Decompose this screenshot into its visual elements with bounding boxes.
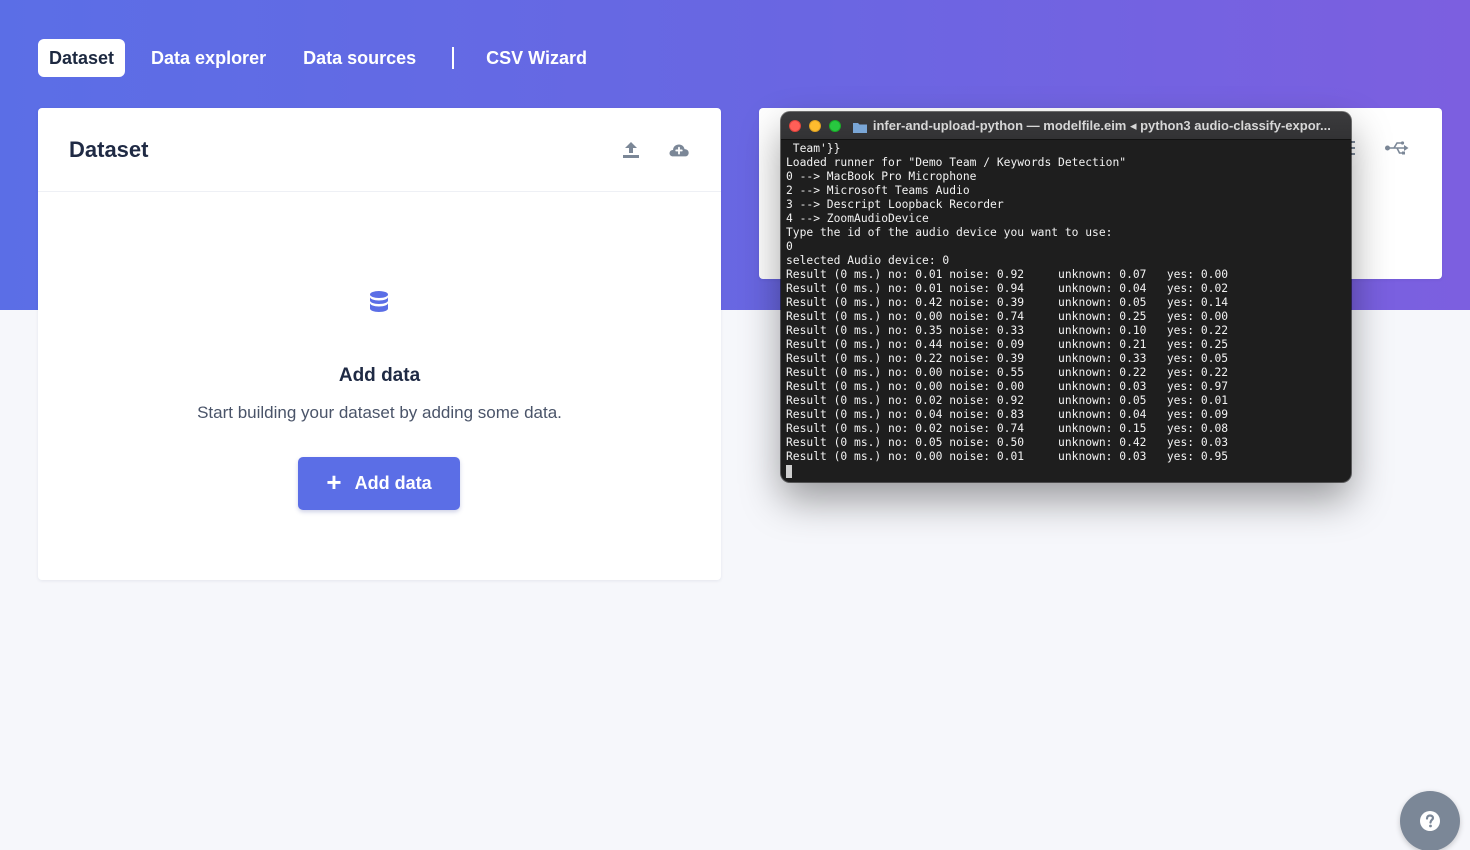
terminal-line: Result (0 ms.) no: 0.05 noise: 0.50 unkn… xyxy=(786,436,1229,449)
tab-csv-wizard[interactable]: CSV Wizard xyxy=(475,39,598,77)
top-nav: Dataset Data explorer Data sources CSV W… xyxy=(38,39,613,77)
terminal-line: Result (0 ms.) no: 0.44 noise: 0.09 unkn… xyxy=(786,338,1229,351)
upload-icon[interactable] xyxy=(620,139,642,161)
terminal-line: Result (0 ms.) no: 0.00 noise: 0.00 unkn… xyxy=(786,380,1229,393)
dataset-card-title: Dataset xyxy=(69,136,149,162)
tab-dataset[interactable]: Dataset xyxy=(38,39,126,77)
terminal-line: selected Audio device: 0 xyxy=(786,254,950,267)
tab-data-explorer[interactable]: Data explorer xyxy=(140,39,277,77)
terminal-line: 3 --> Descript Loopback Recorder xyxy=(786,198,1004,211)
plus-icon: + xyxy=(326,467,342,497)
zoom-window-button[interactable] xyxy=(828,119,841,132)
terminal-line: Result (0 ms.) no: 0.00 noise: 0.74 unkn… xyxy=(786,310,1229,323)
terminal-line: Team'}} xyxy=(786,142,841,155)
terminal-line: 2 --> Microsoft Teams Audio xyxy=(786,184,970,197)
terminal-line: 0 --> MacBook Pro Microphone xyxy=(786,170,977,183)
database-icon xyxy=(368,290,390,314)
add-data-button-label: Add data xyxy=(354,473,432,493)
dataset-empty-state: Add data Start building your dataset by … xyxy=(38,192,721,580)
terminal-line: Result (0 ms.) no: 0.04 noise: 0.83 unkn… xyxy=(786,408,1229,421)
terminal-line: Type the id of the audio device you want… xyxy=(786,226,1113,239)
terminal-line: 4 --> ZoomAudioDevice xyxy=(786,212,929,225)
terminal-line: Result (0 ms.) no: 0.22 noise: 0.39 unkn… xyxy=(786,352,1229,365)
empty-state-description: Start building your dataset by adding so… xyxy=(197,403,562,422)
terminal-window[interactable]: infer-and-upload-python — modelfile.eim … xyxy=(781,112,1351,482)
terminal-line: Result (0 ms.) no: 0.35 noise: 0.33 unkn… xyxy=(786,324,1229,337)
terminal-titlebar[interactable]: infer-and-upload-python — modelfile.eim … xyxy=(781,112,1351,140)
cloud-upload-icon[interactable] xyxy=(668,139,690,161)
terminal-prompt-line xyxy=(786,464,1346,478)
help-icon xyxy=(1420,811,1440,831)
terminal-line: Result (0 ms.) no: 0.02 noise: 0.74 unkn… xyxy=(786,422,1229,435)
nav-divider xyxy=(452,47,455,69)
terminal-line: Loaded runner for "Demo Team / Keywords … xyxy=(786,156,1127,169)
terminal-output[interactable]: Team'}} Loaded runner for "Demo Team / Ke… xyxy=(781,140,1351,478)
terminal-title: infer-and-upload-python — modelfile.eim … xyxy=(872,117,1331,133)
terminal-line: Result (0 ms.) no: 0.00 noise: 0.01 unkn… xyxy=(786,450,1229,463)
dataset-card: Dataset Add data Start building your dat… xyxy=(38,108,721,580)
tab-data-sources[interactable]: Data sources xyxy=(292,39,427,77)
help-button[interactable] xyxy=(1400,791,1460,850)
folder-icon xyxy=(852,120,867,133)
terminal-line: Result (0 ms.) no: 0.42 noise: 0.39 unkn… xyxy=(786,296,1229,309)
minimize-window-button[interactable] xyxy=(808,119,821,132)
usb-icon[interactable] xyxy=(1384,138,1410,158)
terminal-line: Result (0 ms.) no: 0.01 noise: 0.92 unkn… xyxy=(786,268,1229,281)
terminal-line: Result (0 ms.) no: 0.02 noise: 0.92 unkn… xyxy=(786,394,1229,407)
dataset-card-header: Dataset xyxy=(38,108,721,192)
terminal-line: Result (0 ms.) no: 0.00 noise: 0.55 unkn… xyxy=(786,366,1229,379)
terminal-line: 0 xyxy=(786,240,793,253)
add-data-button[interactable]: + Add data xyxy=(298,457,460,510)
terminal-line: Result (0 ms.) no: 0.01 noise: 0.94 unkn… xyxy=(786,282,1229,295)
close-window-button[interactable] xyxy=(789,119,801,132)
empty-state-title: Add data xyxy=(338,365,421,386)
terminal-cursor xyxy=(786,465,792,478)
